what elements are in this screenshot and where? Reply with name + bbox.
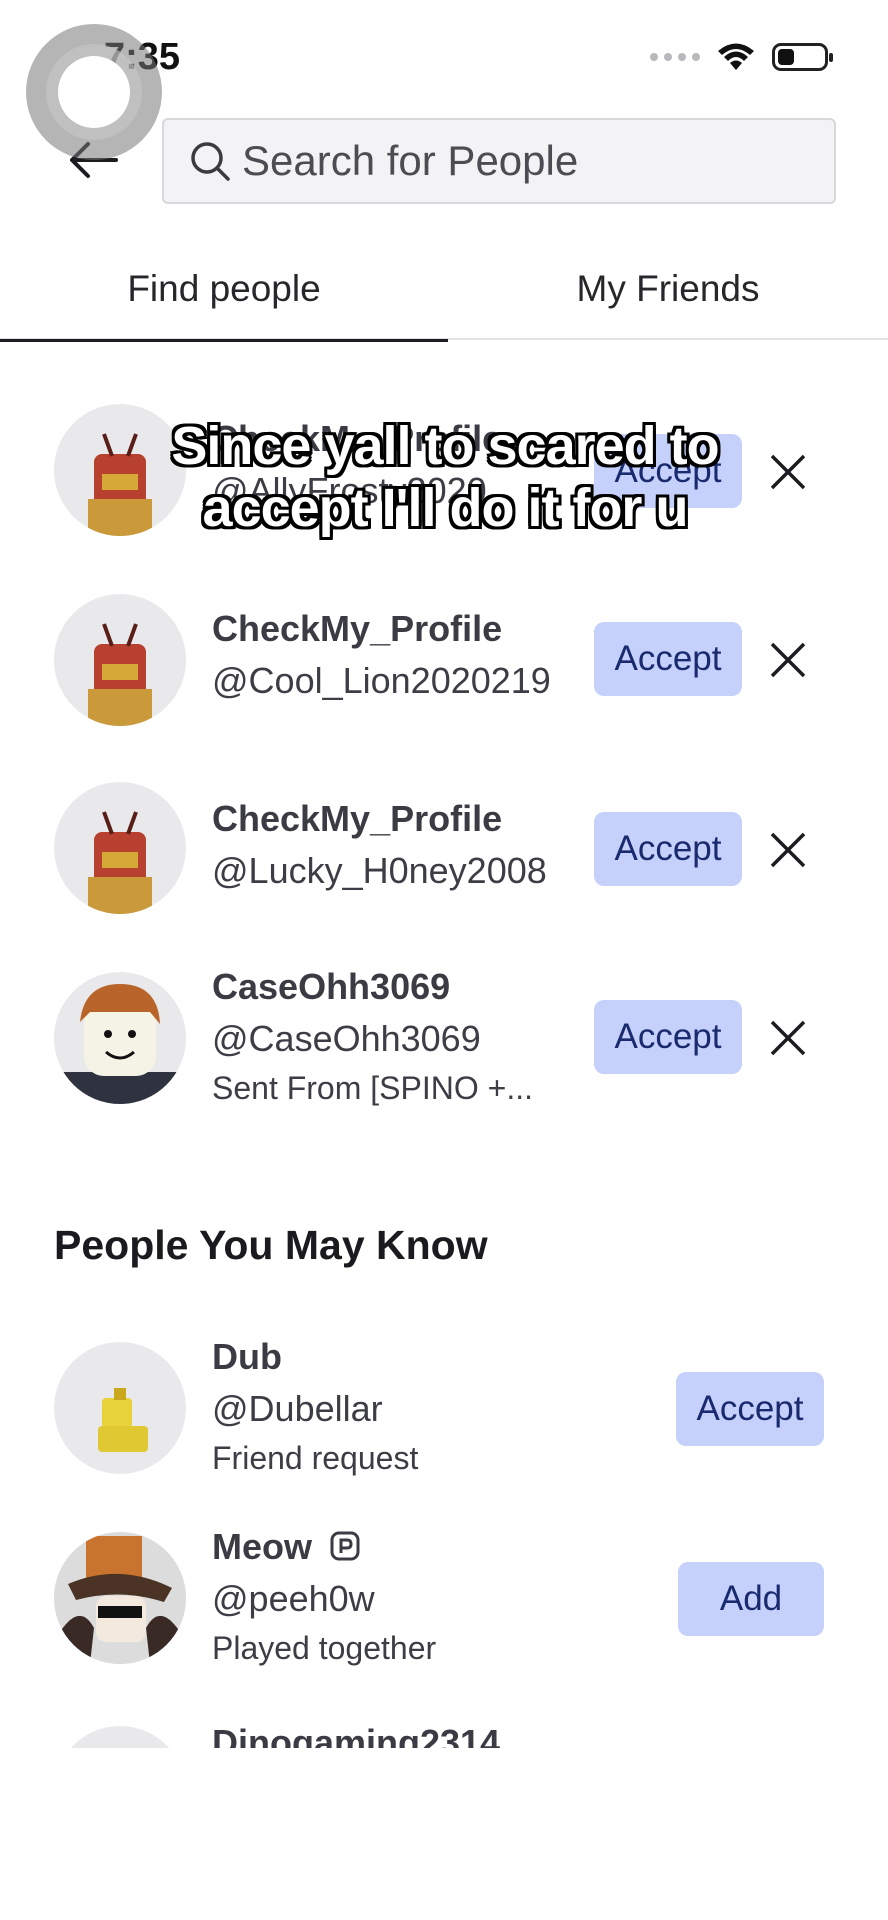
user-name: CheckMy_Profile — [212, 608, 503, 649]
user-handle: @Dubellar — [212, 1388, 383, 1429]
list-item: CheckMy_Profile @Cool_Lion2020219 Accept — [0, 594, 888, 744]
accept-button[interactable]: Accept — [594, 1000, 742, 1074]
search-input[interactable] — [242, 137, 802, 185]
dino-avatar[interactable] — [54, 1726, 186, 1748]
add-friend-button[interactable]: Add — [678, 1562, 824, 1636]
list-item: Dinogaming2314 — [0, 1708, 888, 1748]
status-icons — [650, 42, 833, 72]
request-source: Sent From [SPINO +... — [212, 1070, 533, 1106]
tab-bar: Find people My Friends — [0, 248, 888, 342]
user-name: CheckMy_Profile — [212, 798, 503, 839]
user-handle: @Lucky_H0ney2008 — [212, 850, 547, 891]
premium-icon — [330, 1531, 360, 1561]
user-name: Dinogaming2314 — [212, 1722, 501, 1748]
battery-icon — [772, 43, 833, 71]
user-name-text: Meow — [212, 1526, 313, 1567]
search-icon — [191, 142, 230, 181]
assistive-touch-button[interactable] — [26, 24, 162, 160]
user-name: Meow — [212, 1526, 362, 1568]
tab-my-friends[interactable]: My Friends — [444, 248, 888, 340]
list-item: Meow @peeh0w Played together Add — [0, 1526, 888, 1682]
user-relation: Played together — [212, 1630, 437, 1666]
user-handle: @CaseOhh3069 — [212, 1018, 481, 1059]
hat-avatar[interactable] — [54, 1532, 186, 1664]
user-name: CaseOhh3069 — [212, 966, 451, 1007]
user-handle: @peeh0w — [212, 1578, 375, 1619]
close-icon[interactable] — [766, 1016, 810, 1060]
accept-button[interactable]: Accept — [676, 1372, 824, 1446]
tab-find-people[interactable]: Find people — [0, 248, 448, 342]
section-title: People You May Know — [54, 1222, 488, 1268]
list-item: CheckMy_Profile @Lucky_H0ney2008 Accept — [0, 782, 888, 932]
knight-avatar[interactable] — [54, 782, 186, 914]
caption-line-1: Since yall to scared to — [171, 416, 719, 476]
video-caption: Since yall to scared to accept I'll do i… — [100, 415, 790, 539]
close-icon[interactable] — [766, 828, 810, 872]
close-icon[interactable] — [766, 638, 810, 682]
user-name: Dub — [212, 1336, 282, 1377]
caption-line-2: accept I'll do it for u — [202, 478, 689, 538]
duck-avatar[interactable] — [54, 1342, 186, 1474]
signal-icon — [650, 53, 700, 61]
user-relation: Friend request — [212, 1440, 419, 1476]
wifi-icon — [718, 43, 754, 70]
list-item: CaseOhh3069 @CaseOhh3069 Sent From [SPIN… — [0, 966, 888, 1112]
knight-avatar[interactable] — [54, 594, 186, 726]
accept-button[interactable]: Accept — [594, 812, 742, 886]
accept-button[interactable]: Accept — [594, 622, 742, 696]
list-item: Dub @Dubellar Friend request Accept — [0, 1336, 888, 1492]
search-bar[interactable] — [162, 118, 836, 204]
user-handle: @Cool_Lion2020219 — [212, 660, 551, 701]
noob-avatar[interactable] — [54, 972, 186, 1104]
